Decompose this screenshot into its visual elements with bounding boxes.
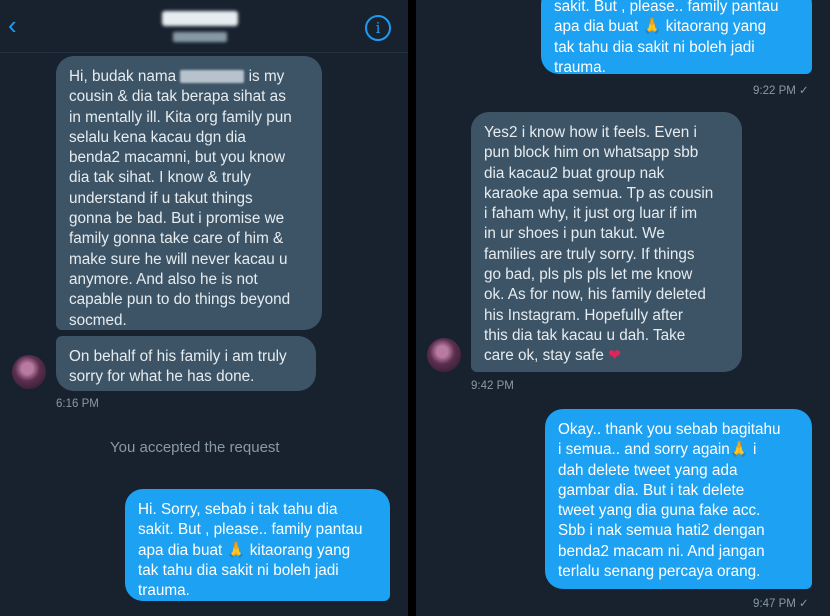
- message-text: On behalf of his family i am truly sorry…: [69, 348, 287, 386]
- message-text-start: Hi, budak nama: [69, 68, 177, 85]
- message-timestamp: 9:22 PM ✓: [753, 85, 809, 97]
- right-conversation-panel: sakit. But , please.. family pantau apa …: [416, 0, 830, 616]
- avatar[interactable]: [427, 338, 461, 372]
- left-conversation-panel: ‹ i Hi, budak nama is my cousin & dia ta…: [0, 0, 408, 616]
- pray-emoji-icon: 🙏: [226, 541, 246, 559]
- message-text-rest: i dah delete tweet yang ada gambar dia. …: [558, 441, 765, 581]
- redacted-name: [180, 70, 245, 84]
- info-icon[interactable]: i: [365, 15, 391, 41]
- message-timestamp: 9:47 PM ✓: [753, 598, 809, 610]
- image-divider: [408, 0, 416, 616]
- chevron-left-icon[interactable]: ‹: [8, 12, 17, 38]
- incoming-message[interactable]: Hi, budak nama is my cousin & dia tak be…: [56, 56, 322, 330]
- message-timestamp: 6:16 PM: [56, 398, 99, 410]
- message-timestamp: 9:42 PM: [471, 380, 514, 392]
- message-text: Yes2 i know how it feels. Even i pun blo…: [484, 124, 714, 365]
- outgoing-message[interactable]: Hi. Sorry, sebab i tak tahu dia sakit. B…: [125, 489, 390, 601]
- pray-emoji-icon: 🙏: [642, 18, 662, 36]
- outgoing-message[interactable]: sakit. But , please.. family pantau apa …: [541, 0, 812, 76]
- heart-emoji-icon: ❤: [608, 347, 621, 365]
- incoming-message[interactable]: On behalf of his family i am truly sorry…: [56, 336, 316, 391]
- outgoing-message[interactable]: Okay.. thank you sebab bagitahu i semua.…: [545, 409, 812, 589]
- incoming-message[interactable]: Yes2 i know how it feels. Even i pun blo…: [471, 112, 742, 372]
- pray-emoji-icon: 🙏: [729, 441, 749, 459]
- avatar[interactable]: [12, 355, 46, 389]
- contact-handle-redacted: [173, 32, 227, 42]
- conversation-header: ‹ i: [0, 0, 408, 53]
- contact-name-redacted[interactable]: [162, 11, 238, 26]
- message-text-rest: is my cousin & dia tak berapa sihat as i…: [69, 68, 292, 329]
- system-notice: You accepted the request: [110, 439, 280, 456]
